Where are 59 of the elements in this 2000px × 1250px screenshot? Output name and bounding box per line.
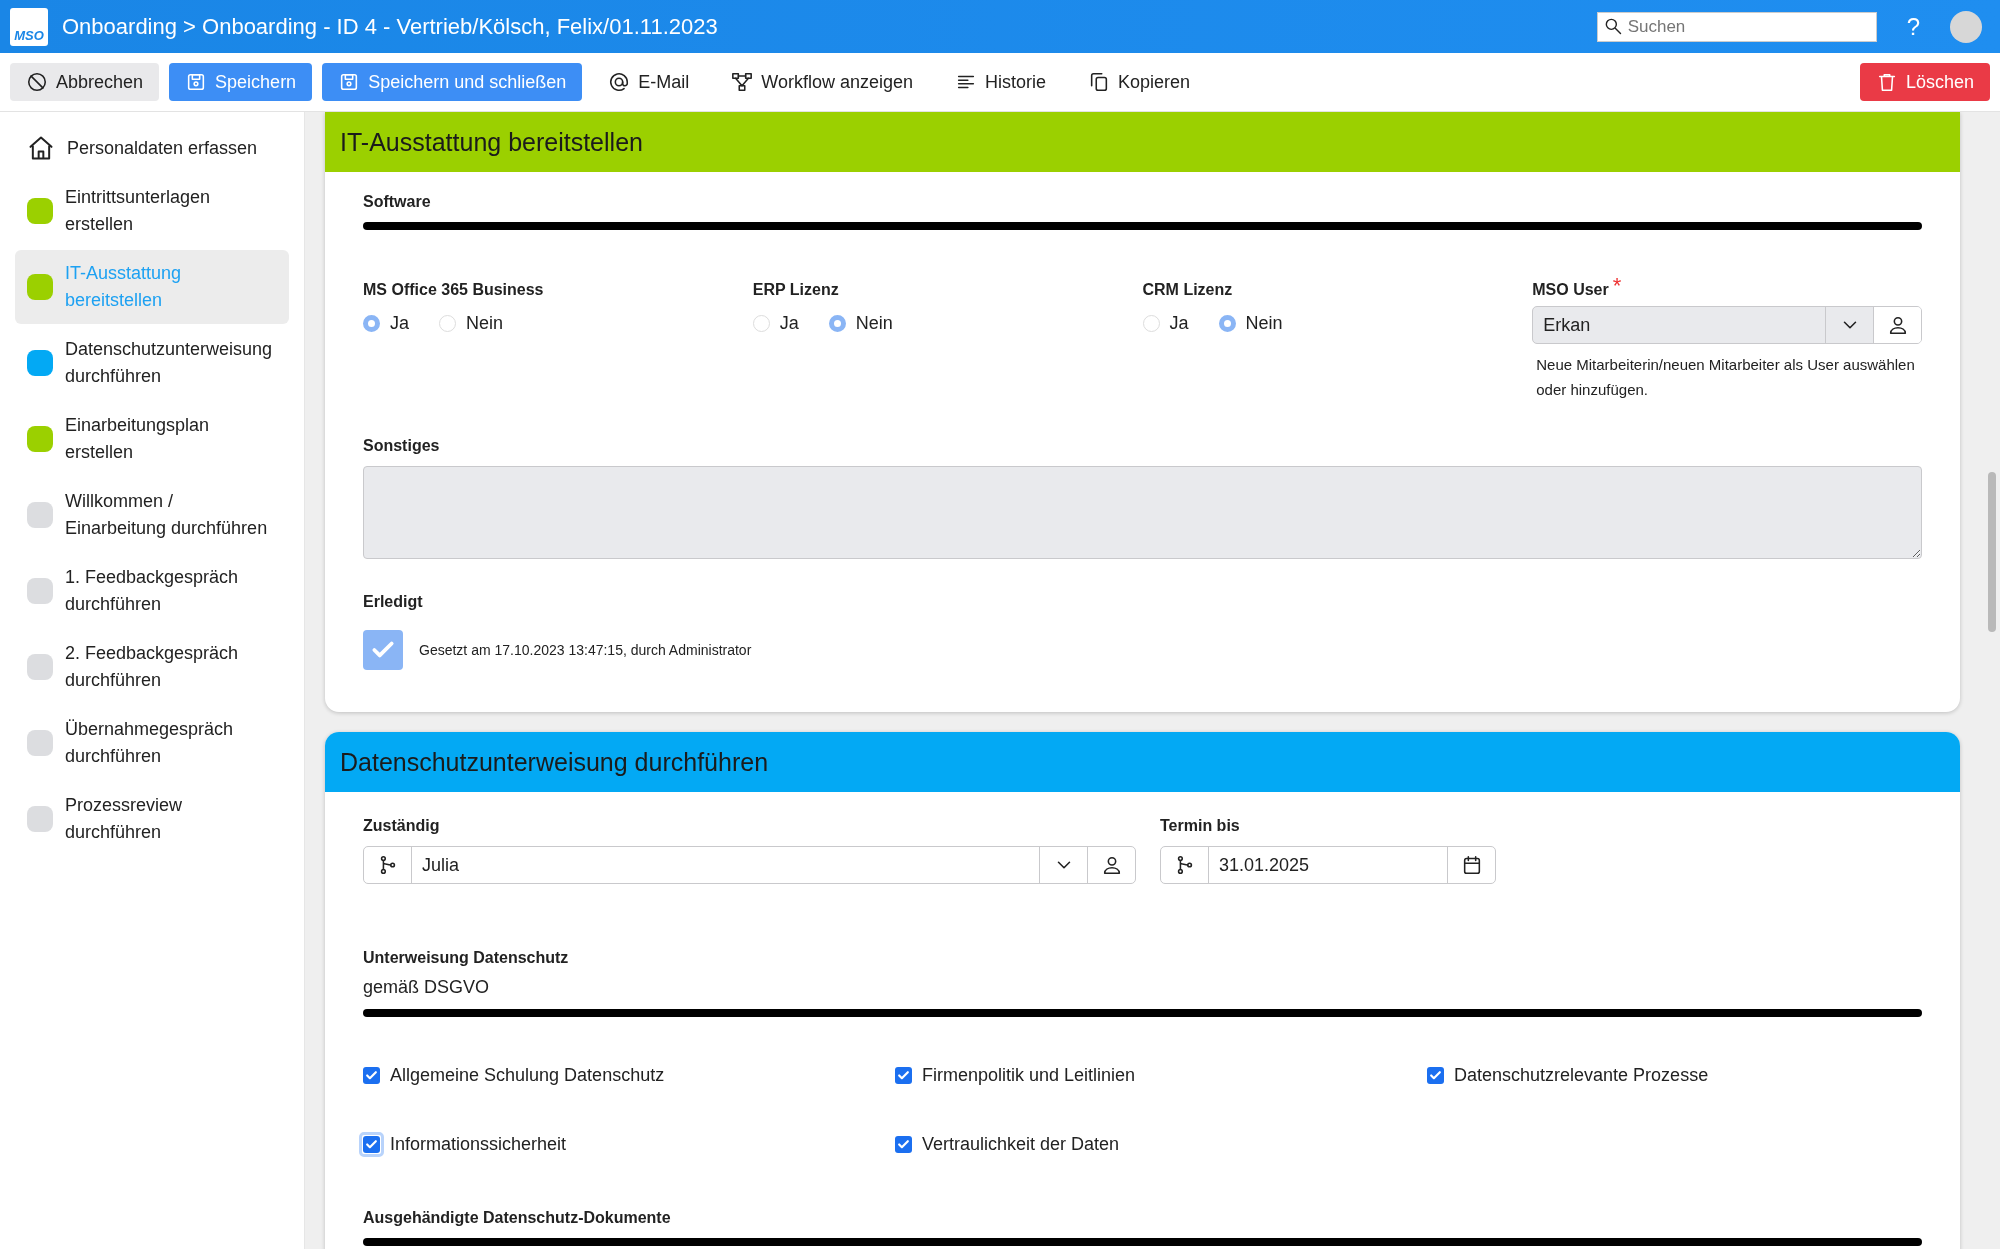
- sidebar-item[interactable]: Einarbeitungsplan erstellen: [15, 402, 289, 476]
- search-field[interactable]: Suchen: [1596, 11, 1877, 42]
- section-title: Unterweisung Datenschutz: [363, 948, 570, 968]
- sidebar-item[interactable]: Übernahmegespräch durchführen: [15, 706, 289, 780]
- field-label: MSO User: [1532, 280, 1609, 300]
- field-label: Termin bis: [1160, 816, 1241, 836]
- logo[interactable]: MSO: [10, 7, 48, 46]
- field-label: Zuständig: [363, 816, 441, 836]
- user-select[interactable]: Erkan: [1532, 306, 1922, 344]
- field-label: CRM Lizenz: [1142, 280, 1234, 300]
- sidebar-item[interactable]: 1. Feedbackgespräch durchführen: [15, 554, 289, 628]
- toolbar-button[interactable]: Löschen: [1859, 63, 1990, 101]
- assignee-select[interactable]: Julia: [363, 846, 1136, 884]
- sidebar-item-label: Willkommen / Einarbeitung durchführen: [65, 490, 269, 540]
- sidebar-item[interactable]: 2. Feedbackgespräch durchführen: [15, 630, 289, 704]
- required-mark: *: [1612, 278, 1622, 300]
- sidebar-item-label: Eintrittsunterlagen erstellen: [65, 186, 212, 236]
- radio-option[interactable]: Nein: [1218, 310, 1283, 337]
- field-label: ERP Lizenz: [752, 280, 840, 300]
- radio-option[interactable]: Nein: [439, 310, 504, 337]
- sidebar-item[interactable]: Datenschutzunterweisung durchführen: [15, 326, 289, 400]
- sidebar-item-label: Personaldaten erfassen: [67, 136, 258, 160]
- card-header: Datenschutzunterweisung durchführen: [325, 732, 1960, 792]
- radio-option[interactable]: Ja: [752, 310, 799, 337]
- toolbar-button[interactable]: E-Mail: [592, 63, 706, 101]
- help-text: Neue Mitarbeiterin/neuen Mitarbeiter als User auswählen oder hinzufügen.: [1535, 355, 1916, 400]
- date-field[interactable]: 31.01.2025: [1160, 846, 1496, 884]
- checkbox-label: Allgemeine Schulung Datenschutz: [390, 1064, 665, 1087]
- radio-option[interactable]: Ja: [363, 310, 409, 337]
- sidebar-item-label: Übernahmegespräch durchführen: [65, 718, 235, 768]
- checkbox-label: Datenschutzrelevante Prozesse: [1454, 1064, 1709, 1087]
- section-note: gemäß DSGVO: [363, 976, 491, 999]
- sidebar-item-label: 2. Feedbackgespräch durchführen: [65, 642, 240, 692]
- completion-note: Gesetzt am 17.10.2023 13:47:15, durch Administrator: [419, 640, 752, 660]
- sidebar-item[interactable]: Prozessreview durchführen: [15, 782, 289, 856]
- checkbox-label: Firmenpolitik und Leitlinien: [922, 1064, 1136, 1087]
- toolbar-button[interactable]: Abbrechen: [10, 63, 160, 101]
- sidebar-item-label: Datenschutzunterweisung durchführen: [65, 338, 274, 388]
- sidebar-item-label: IT-Ausstattung bereitstellen: [65, 262, 183, 312]
- radio-option[interactable]: Ja: [1142, 310, 1189, 337]
- toolbar-button[interactable]: Kopieren: [1072, 63, 1207, 101]
- radio-option[interactable]: Nein: [828, 310, 893, 337]
- field-label: MS Office 365 Business: [363, 280, 545, 300]
- toolbar-button[interactable]: Workflow anzeigen: [715, 63, 930, 101]
- card-header: IT-Ausstattung bereitstellen: [325, 112, 1960, 172]
- sidebar-item-label: Prozessreview durchführen: [65, 794, 184, 844]
- sidebar-item[interactable]: Willkommen / Einarbeitung durchführen: [15, 478, 289, 552]
- page-title: Onboarding > Onboarding - ID 4 - Vertrieb/Kölsch, Felix/01.11.2023: [62, 13, 719, 41]
- checkbox-label: Informationssicherheit: [390, 1133, 567, 1156]
- checkbox-label: Vertraulichkeit der Daten: [922, 1133, 1120, 1156]
- sidebar-item[interactable]: Personaldaten erfassen: [15, 124, 289, 172]
- toolbar-button[interactable]: Historie: [939, 63, 1063, 101]
- field-label: Sonstiges: [363, 436, 441, 456]
- sidebar-item-label: 1. Feedbackgespräch durchführen: [65, 566, 240, 616]
- sidebar-item-label: Einarbeitungsplan erstellen: [65, 414, 211, 464]
- section-title: Ausgehändigte Datenschutz-Dokumente: [363, 1208, 672, 1228]
- section-title: Software: [363, 192, 432, 212]
- field-label: Erledigt: [363, 592, 424, 612]
- sidebar-item[interactable]: Eintrittsunterlagen erstellen: [15, 174, 289, 248]
